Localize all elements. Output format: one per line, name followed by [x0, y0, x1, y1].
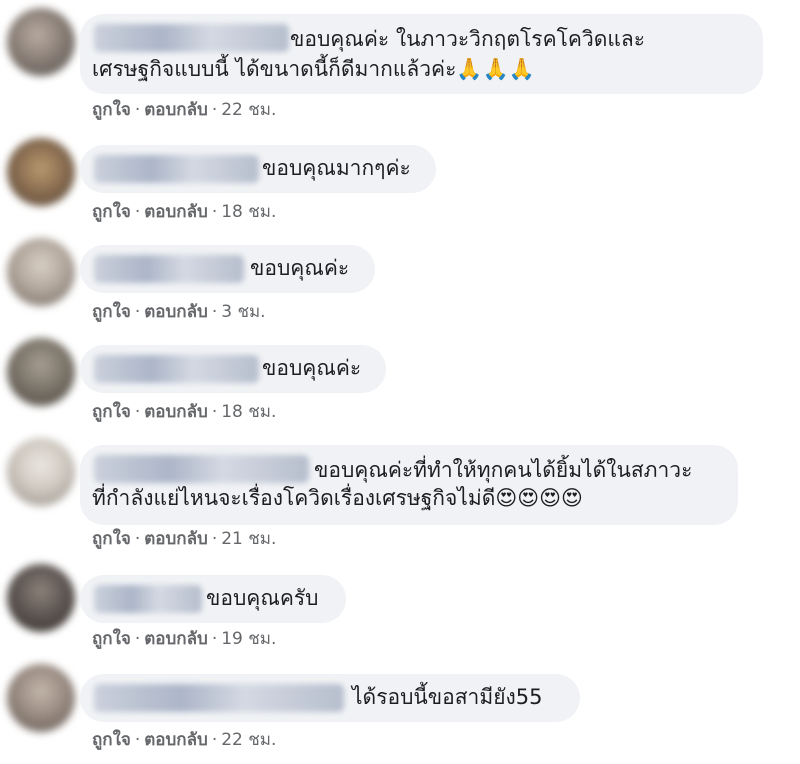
comment-actions: ถูกใจ · ตอบกลับ · 22 ชม.: [92, 99, 276, 121]
comment-timestamp[interactable]: 19 ชม.: [221, 629, 276, 649]
comment-bubble: ขอบคุณค่ะ: [80, 345, 386, 393]
separator: ·: [211, 302, 218, 322]
separator: ·: [211, 402, 218, 422]
commenter-name-blurred[interactable]: [94, 155, 259, 183]
comment-actions: ถูกใจ · ตอบกลับ · 18 ชม.: [92, 401, 276, 423]
like-link[interactable]: ถูกใจ: [92, 402, 131, 422]
separator: ·: [211, 730, 218, 750]
separator: ·: [211, 100, 218, 120]
like-link[interactable]: ถูกใจ: [92, 629, 131, 649]
avatar[interactable]: [7, 438, 75, 506]
avatar[interactable]: [7, 338, 75, 406]
comment-timestamp[interactable]: 21 ชม.: [221, 529, 276, 549]
comment-actions: ถูกใจ · ตอบกลับ · 22 ชม.: [92, 729, 276, 751]
separator: ·: [211, 529, 218, 549]
commenter-name-blurred[interactable]: [94, 355, 259, 383]
comment-bubble: ได้รอบนี้ขอสามียัง55: [80, 674, 580, 722]
comment-bubble: ขอบคุณค่ะ: [80, 245, 375, 293]
commenter-name-blurred[interactable]: [94, 255, 244, 283]
separator: ·: [134, 529, 141, 549]
avatar[interactable]: [7, 138, 75, 206]
comment-actions: ถูกใจ · ตอบกลับ · 3 ชม.: [92, 301, 266, 323]
commenter-name-blurred[interactable]: [94, 585, 202, 613]
comment-text-line: ขอบคุณค่ะ ในภาวะวิกฤตโรคโควิดและ: [290, 27, 646, 51]
comment-actions: ถูกใจ · ตอบกลับ · 18 ชม.: [92, 201, 276, 223]
reply-link[interactable]: ตอบกลับ: [144, 629, 208, 649]
avatar[interactable]: [7, 8, 75, 76]
like-link[interactable]: ถูกใจ: [92, 730, 131, 750]
avatar[interactable]: [7, 564, 75, 632]
separator: ·: [134, 402, 141, 422]
reply-link[interactable]: ตอบกลับ: [144, 529, 208, 549]
comment-text-line: ได้รอบนี้ขอสามียัง55: [352, 685, 543, 709]
comment-timestamp[interactable]: 3 ชม.: [221, 302, 265, 322]
comment-text-line: ขอบคุณครับ: [206, 586, 319, 610]
comment-bubble: ขอบคุณค่ะที่ทำให้ทุกคนได้ยิ้มได้ในสภาวะ …: [80, 445, 738, 525]
separator: ·: [134, 730, 141, 750]
comment-timestamp[interactable]: 18 ชม.: [221, 202, 276, 222]
reply-link[interactable]: ตอบกลับ: [144, 730, 208, 750]
avatar[interactable]: [7, 664, 75, 732]
separator: ·: [134, 202, 141, 222]
comment-text-line: เศรษฐกิจแบบนี้ ได้ขนาดนี้ก็ดีมากแล้วค่ะ🙏…: [92, 57, 535, 81]
reply-link[interactable]: ตอบกลับ: [144, 202, 208, 222]
separator: ·: [134, 302, 141, 322]
comment-text-line: ขอบคุณค่ะ: [250, 256, 350, 280]
commenter-name-blurred[interactable]: [94, 684, 344, 712]
separator: ·: [211, 202, 218, 222]
comment-bubble: ขอบคุณค่ะ ในภาวะวิกฤตโรคโควิดและ เศรษฐกิ…: [80, 14, 763, 94]
commenter-name-blurred[interactable]: [94, 24, 289, 52]
reply-link[interactable]: ตอบกลับ: [144, 302, 208, 322]
avatar[interactable]: [7, 238, 75, 306]
comment-timestamp[interactable]: 22 ชม.: [221, 730, 276, 750]
like-link[interactable]: ถูกใจ: [92, 302, 131, 322]
comment-actions: ถูกใจ · ตอบกลับ · 21 ชม.: [92, 528, 276, 550]
like-link[interactable]: ถูกใจ: [92, 202, 131, 222]
separator: ·: [211, 629, 218, 649]
like-link[interactable]: ถูกใจ: [92, 529, 131, 549]
comment-text-line: ขอบคุณค่ะที่ทำให้ทุกคนได้ยิ้มได้ในสภาวะ: [314, 458, 693, 482]
separator: ·: [134, 100, 141, 120]
comment-actions: ถูกใจ · ตอบกลับ · 19 ชม.: [92, 628, 276, 650]
comment-timestamp[interactable]: 22 ชม.: [221, 100, 276, 120]
comment-text-line: ขอบคุณมากๆค่ะ: [262, 156, 411, 180]
comment-bubble: ขอบคุณครับ: [80, 575, 346, 623]
comment-timestamp[interactable]: 18 ชม.: [221, 402, 276, 422]
reply-link[interactable]: ตอบกลับ: [144, 100, 208, 120]
like-link[interactable]: ถูกใจ: [92, 100, 131, 120]
comment-text-line: ที่กำลังแย่ไหนจะเรื่องโควิดเรื่องเศรษฐกิ…: [92, 486, 583, 510]
comment-bubble: ขอบคุณมากๆค่ะ: [80, 145, 436, 193]
reply-link[interactable]: ตอบกลับ: [144, 402, 208, 422]
commenter-name-blurred[interactable]: [94, 455, 309, 483]
comment-text-line: ขอบคุณค่ะ: [262, 356, 362, 380]
separator: ·: [134, 629, 141, 649]
